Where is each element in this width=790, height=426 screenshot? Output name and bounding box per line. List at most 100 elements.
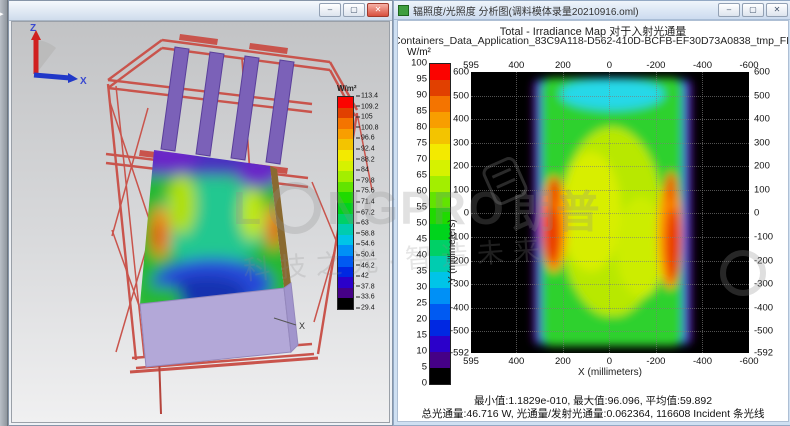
x-tick-label: 400 (508, 60, 524, 71)
y-tick-label: -500 (450, 326, 469, 337)
colorbar-tick-label: 55 (416, 202, 427, 213)
colorbar-tick-label: 30 (416, 282, 427, 293)
colorbar-tick-label: 85 (416, 106, 427, 117)
colorbar-tick-label: 29.4 (356, 305, 375, 312)
colorbar-tick-label: 88.2 (356, 156, 375, 163)
gridline-horizontal (471, 261, 749, 262)
y-tick-label: -300 (754, 279, 773, 290)
irradiance-map-window: 辐照度/光照度 分析图(调料模体录量20210916.oml) – ▢ ✕ To… (393, 0, 790, 426)
colorbar-tick-label: 58.8 (356, 230, 375, 237)
colorbar-segment (338, 256, 353, 267)
stats-line-2: 总光通量:46.716 W, 光通量/发射光通量:0.062364, 11660… (398, 406, 788, 421)
y-tick-label: -200 (754, 255, 773, 266)
colorbar-segment (338, 171, 353, 182)
gridline-horizontal (471, 213, 749, 214)
model-window-titlebar[interactable]: – ▢ ✕ (9, 1, 392, 21)
gridline-horizontal (471, 331, 749, 332)
maximize-button[interactable]: ▢ (343, 3, 365, 17)
colorbar-tick-label: 105 (356, 114, 373, 121)
y-tick-label: 100 (754, 184, 770, 195)
gridline-horizontal (471, 119, 749, 120)
expand-arrow-icon: ▸ (0, 11, 4, 18)
colorbar-segment (338, 108, 353, 119)
colorbar-tick-label: 35 (416, 266, 427, 277)
y-tick-label: 400 (754, 114, 770, 125)
x-tick-label: -600 (739, 60, 758, 71)
x-axis-ticks-bottom: 5954002000-200-400-600 (471, 356, 749, 367)
colorbar-tick-label: 0 (422, 378, 427, 389)
gridline-horizontal (471, 237, 749, 238)
gridline-horizontal (471, 190, 749, 191)
x-axis-arrow (34, 75, 70, 78)
colorbar-tick-label: 15 (416, 330, 427, 341)
colorbar-tick-label: 10 (416, 346, 427, 357)
colorbar-segment (338, 150, 353, 161)
colorbar-segment (338, 161, 353, 172)
colorbar-tick-label: 75.6 (356, 188, 375, 195)
x-tick-label: 200 (555, 60, 571, 71)
colorbar-tick-label: 40 (416, 250, 427, 261)
colorbar-tick-label: 20 (416, 314, 427, 325)
minimize-button[interactable]: – (718, 3, 740, 17)
colorbar-tick-label: 113.4 (356, 93, 378, 100)
colorbar-tick-label: 100 (411, 58, 427, 69)
model-viewport[interactable]: X Z X W/m² 113.4109.2105100.896.692.488.… (11, 21, 390, 423)
colorbar-segment (338, 267, 353, 278)
irradiance-heatmap[interactable] (471, 72, 749, 353)
colorbar-tick-label: 50.4 (356, 252, 375, 259)
gridline-horizontal (471, 96, 749, 97)
x-tick-label: -200 (646, 356, 665, 367)
close-button[interactable]: ✕ (367, 3, 389, 17)
triad-sector (36, 40, 56, 74)
x-tick-label: 200 (555, 356, 571, 367)
x-tick-label: 595 (463, 356, 479, 367)
y-tick-label: 100 (453, 184, 469, 195)
y-tick-label: -100 (754, 232, 773, 243)
left-panel-splitter[interactable]: ▸ (0, 0, 8, 426)
colorbar-tick-label: 75 (416, 138, 427, 149)
colorbar-segment (338, 192, 353, 203)
x-tick-label: -600 (739, 356, 758, 367)
maximize-button[interactable]: ▢ (742, 3, 764, 17)
gridline-horizontal (471, 308, 749, 309)
close-button[interactable]: ✕ (766, 3, 788, 17)
x-tick-label: 595 (463, 60, 479, 71)
map-subtitle-path: Containers_Data_Application_83C9A118-D56… (397, 35, 789, 47)
colorbar-tick-label: 67.2 (356, 209, 375, 216)
y-axis-ticks-left: 6005004003002001000-100-200-300-400-500-… (442, 72, 469, 353)
y-tick-label: 0 (464, 208, 469, 219)
colorbar-segment (430, 352, 450, 368)
colorbar-segment (338, 118, 353, 129)
triad-x-label: X (80, 76, 87, 87)
map-colorbar-units: W/m² (407, 47, 431, 58)
gridline-horizontal (471, 166, 749, 167)
map-colorbar-labels: 1009590858075706560555045403530252015105… (399, 63, 427, 383)
colorbar-tick-label: 54.6 (356, 241, 375, 248)
colorbar-segment (338, 97, 353, 108)
model-colorbar-gradient (337, 96, 354, 310)
y-tick-label: 300 (754, 137, 770, 148)
purple-slats (161, 47, 294, 164)
coordinate-triad: Z X (12, 22, 88, 88)
y-tick-label: -400 (450, 302, 469, 313)
map-window-title: 辐照度/光照度 分析图(调料模体录量20210916.oml) (413, 3, 714, 18)
colorbar-tick-label: 100.8 (356, 124, 379, 131)
x-tick-label: -200 (646, 60, 665, 71)
y-tick-label: 200 (754, 161, 770, 172)
y-axis-ticks-right: 6005004003002001000-100-200-300-400-500-… (754, 72, 789, 353)
colorbar-tick-label: 33.6 (356, 294, 375, 301)
map-window-titlebar[interactable]: 辐照度/光照度 分析图(调料模体录量20210916.oml) – ▢ ✕ (394, 1, 790, 20)
colorbar-tick-label: 96.6 (356, 135, 375, 142)
colorbar-tick-label: 90 (416, 90, 427, 101)
minimize-button[interactable]: – (319, 3, 341, 17)
colorbar-segment (338, 214, 353, 225)
y-tick-label: -300 (450, 279, 469, 290)
x-tick-label: 400 (508, 356, 524, 367)
colorbar-segment (430, 368, 450, 384)
colorbar-segment (338, 288, 353, 299)
colorbar-segment (338, 245, 353, 256)
colorbar-segment (338, 277, 353, 288)
y-tick-label: -500 (754, 326, 773, 337)
colorbar-segment (338, 129, 353, 140)
colorbar-segment (338, 224, 353, 235)
